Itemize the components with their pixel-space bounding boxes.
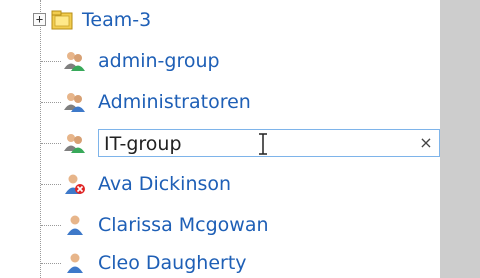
user-icon	[67, 215, 83, 235]
tree-branch-line	[41, 263, 61, 264]
tree-node-label: Administratoren	[98, 91, 251, 113]
tree-node-admin-group[interactable]: admin-group	[0, 46, 440, 76]
tree-panel: + Team-3 admin-group Administratoren IT-…	[0, 0, 440, 278]
text-cursor-icon	[259, 133, 267, 155]
rename-input-value: IT-group	[104, 133, 182, 155]
tree-branch-line	[41, 225, 61, 226]
tree-branch-line	[41, 184, 61, 185]
tree-node-team-3[interactable]: + Team-3	[0, 5, 440, 35]
tree-node-administratoren[interactable]: Administratoren	[0, 87, 440, 117]
group-icon	[64, 52, 85, 71]
tree-branch-line	[41, 61, 61, 62]
vertical-scrollbar[interactable]	[440, 0, 480, 278]
tree-node-cleo-daugherty[interactable]: Cleo Daugherty	[0, 248, 440, 278]
tree-node-label: admin-group	[98, 50, 220, 72]
tree-node-label: Cleo Daugherty	[98, 252, 247, 274]
clear-button[interactable]: ×	[417, 132, 435, 154]
tree-node-ava-dickinson[interactable]: Ava Dickinson	[0, 169, 440, 199]
tree-node-label: Clarissa Mcgowan	[98, 214, 269, 236]
tree-node-label: Ava Dickinson	[98, 173, 232, 195]
group-icon	[64, 93, 85, 112]
rename-input[interactable]: IT-group ×	[98, 129, 440, 157]
user-icon	[67, 253, 83, 273]
folder-icon	[51, 10, 73, 30]
tree-node-it-group[interactable]: IT-group ×	[0, 128, 440, 158]
user-disabled-icon	[65, 174, 85, 194]
group-icon	[64, 134, 85, 153]
tree-node-clarissa-mcgowan[interactable]: Clarissa Mcgowan	[0, 210, 440, 240]
tree-branch-line	[41, 143, 61, 144]
tree-node-label: Team-3	[82, 9, 152, 31]
expand-button[interactable]: +	[33, 13, 46, 26]
tree-branch-line	[41, 102, 61, 103]
